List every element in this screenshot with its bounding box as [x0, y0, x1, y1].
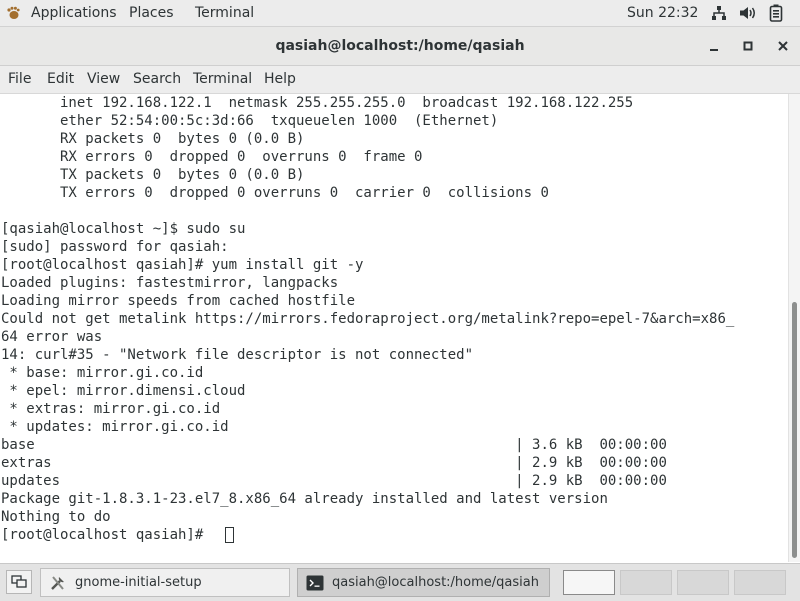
workspace-2[interactable]: [620, 570, 672, 595]
terminal-line: 64 error was: [1, 329, 103, 345]
show-desktop-icon: [11, 575, 27, 588]
show-desktop-button[interactable]: [6, 570, 32, 594]
scrollbar-thumb[interactable]: [792, 302, 797, 558]
task-gnome-initial-setup[interactable]: gnome-initial-setup: [40, 568, 290, 597]
volume-icon[interactable]: [739, 5, 757, 21]
applications-menu[interactable]: Applications: [31, 0, 117, 26]
terminal-output[interactable]: inet 192.168.122.1 netmask 255.255.255.0…: [0, 94, 788, 562]
terminal-line: RX packets 0 bytes 0 (0.0 B): [1, 131, 305, 147]
menu-edit[interactable]: Edit: [47, 66, 74, 93]
menubar: File Edit View Search Terminal Help: [0, 66, 800, 94]
menu-view[interactable]: View: [87, 66, 120, 93]
terminal-line: [qasiah@localhost ~]$ sudo su: [1, 221, 246, 237]
task-terminal[interactable]: qasiah@localhost:/home/qasiah: [297, 568, 550, 597]
terminal-line: TX errors 0 dropped 0 overruns 0 carrier…: [1, 185, 549, 201]
terminal-line: ether 52:54:00:5c:3d:66 txqueuelen 1000 …: [1, 113, 499, 129]
app-menu-terminal[interactable]: Terminal: [195, 0, 254, 26]
terminal-line: updates | 2.9 kB 00:00:00: [1, 473, 667, 489]
terminal-line: Loaded plugins: fastestmirror, langpacks: [1, 275, 339, 291]
maximize-icon[interactable]: [740, 38, 756, 54]
terminal-prompt-line: [root@localhost qasiah]#: [1, 527, 212, 543]
task-label: qasiah@localhost:/home/qasiah: [332, 575, 539, 590]
clock[interactable]: Sun 22:32: [627, 0, 698, 26]
terminal-line: * extras: mirror.gi.co.id: [1, 401, 221, 417]
setup-tools-icon: [51, 576, 64, 590]
menu-help[interactable]: Help: [264, 66, 296, 93]
network-icon[interactable]: [711, 5, 727, 21]
terminal-line: * updates: mirror.gi.co.id: [1, 419, 229, 435]
workspace-3[interactable]: [677, 570, 729, 595]
terminal-line: 14: curl#35 - "Network file descriptor i…: [1, 347, 474, 363]
terminal-icon: [306, 575, 324, 591]
task-label: gnome-initial-setup: [75, 575, 202, 590]
window-title: qasiah@localhost:/home/qasiah: [275, 38, 525, 54]
places-menu[interactable]: Places: [129, 0, 174, 26]
workspace-4[interactable]: [734, 570, 786, 595]
terminal-line: Nothing to do: [1, 509, 111, 525]
close-icon[interactable]: [775, 38, 791, 54]
terminal-line: Package git-1.8.3.1-23.el7_8.x86_64 alre…: [1, 491, 608, 507]
workspace-1[interactable]: [563, 570, 615, 595]
terminal-line: TX packets 0 bytes 0 (0.0 B): [1, 167, 305, 183]
top-panel: Applications Places Terminal Sun 22:32: [0, 0, 800, 27]
terminal-line: * base: mirror.gi.co.id: [1, 365, 204, 381]
terminal-line: * epel: mirror.dimensi.cloud: [1, 383, 246, 399]
minimize-icon[interactable]: [706, 38, 722, 54]
terminal-line: Could not get metalink https://mirrors.f…: [1, 311, 735, 327]
terminal-line: extras | 2.9 kB 00:00:00: [1, 455, 667, 471]
terminal-line: inet 192.168.122.1 netmask 255.255.255.0…: [1, 95, 634, 111]
terminal-scrollbar[interactable]: [788, 94, 800, 562]
terminal-line: [sudo] password for qasiah:: [1, 239, 229, 255]
terminal-line: [root@localhost qasiah]# yum install git…: [1, 257, 364, 273]
gnome-foot-icon: [7, 6, 20, 19]
menu-search[interactable]: Search: [133, 66, 181, 93]
battery-icon[interactable]: [769, 4, 783, 22]
window-titlebar[interactable]: qasiah@localhost:/home/qasiah: [0, 27, 800, 66]
terminal-cursor: [225, 527, 234, 543]
terminal-line: base | 3.6 kB 00:00:00: [1, 437, 667, 453]
terminal-line: RX errors 0 dropped 0 overruns 0 frame 0: [1, 149, 423, 165]
bottom-panel: gnome-initial-setup qasiah@localhost:/ho…: [0, 563, 800, 601]
menu-file[interactable]: File: [8, 66, 31, 93]
terminal-line: Loading mirror speeds from cached hostfi…: [1, 293, 356, 309]
menu-terminal[interactable]: Terminal: [193, 66, 252, 93]
